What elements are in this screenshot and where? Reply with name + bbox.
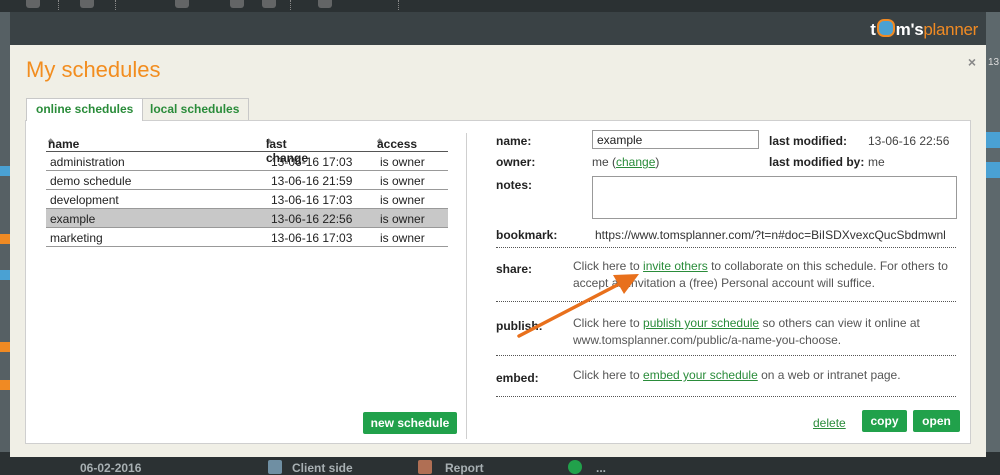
panel-divider bbox=[466, 133, 467, 439]
publish-text: Click here to publish your schedule so o… bbox=[573, 316, 920, 347]
name-label: name: bbox=[496, 134, 532, 148]
notes-label: notes: bbox=[496, 178, 532, 192]
tab-online-schedules[interactable]: online schedules bbox=[26, 98, 144, 121]
bookmark-url[interactable]: https://www.tomsplanner.com/?t=n#doc=BiI… bbox=[595, 228, 946, 242]
my-schedules-dialog: My schedules × online schedules local sc… bbox=[10, 45, 986, 457]
dialog-title: My schedules bbox=[26, 57, 161, 82]
section-separator bbox=[496, 247, 956, 248]
toolbar-icon[interactable] bbox=[262, 0, 276, 8]
toolbar-separator bbox=[58, 0, 60, 10]
section-separator bbox=[496, 301, 956, 302]
publish-schedule-link[interactable]: publish your schedule bbox=[643, 316, 759, 330]
change-owner-link[interactable]: change bbox=[616, 155, 655, 169]
embed-schedule-link[interactable]: embed your schedule bbox=[643, 368, 758, 382]
toolbar-separator bbox=[398, 0, 400, 10]
schedule-name-input[interactable] bbox=[592, 130, 759, 149]
new-schedule-button[interactable]: new schedule bbox=[363, 412, 457, 434]
delete-link[interactable]: delete bbox=[813, 416, 846, 430]
owner-label: owner: bbox=[496, 155, 536, 169]
toolbar-icon[interactable] bbox=[175, 0, 189, 8]
embed-label: embed: bbox=[496, 371, 539, 385]
toolbar-icon[interactable] bbox=[230, 0, 244, 8]
invite-others-link[interactable]: invite others bbox=[643, 259, 708, 273]
app-header: t m'splanner bbox=[10, 12, 986, 45]
notes-textarea[interactable] bbox=[592, 176, 957, 219]
share-text: Click here to invite others to collabora… bbox=[573, 259, 948, 290]
owner-value: me (change) bbox=[592, 155, 660, 169]
publish-label: publish: bbox=[496, 319, 543, 333]
tab-local-schedules[interactable]: local schedules bbox=[140, 98, 250, 120]
app-toolbar bbox=[0, 0, 1000, 12]
client-side-label[interactable]: Client side bbox=[292, 461, 353, 475]
logo-globe-icon bbox=[876, 19, 895, 37]
schedule-row-marketing[interactable]: marketing 13-06-16 17:03 is owner bbox=[46, 228, 448, 247]
last-modified-value: 13-06-16 22:56 bbox=[868, 134, 950, 148]
toolbar-separator bbox=[290, 0, 292, 10]
toolbar-icon[interactable] bbox=[26, 0, 40, 8]
schedule-row-demo-schedule[interactable]: demo schedule 13-06-16 21:59 is owner bbox=[46, 171, 448, 190]
toolbar-icon[interactable] bbox=[318, 0, 332, 8]
report-icon bbox=[418, 460, 432, 474]
embed-text: Click here to embed your schedule on a w… bbox=[573, 368, 901, 382]
share-label: share: bbox=[496, 262, 533, 276]
toolbar-separator bbox=[115, 0, 117, 10]
section-separator bbox=[496, 396, 956, 397]
schedule-row-example[interactable]: example 13-06-16 22:56 is owner bbox=[46, 209, 448, 228]
last-modified-label: last modified: bbox=[769, 134, 848, 148]
schedules-panel: ◆ name ◆ last change ◆ access administratio… bbox=[25, 120, 971, 444]
bookmark-label: bookmark: bbox=[496, 228, 558, 242]
section-separator bbox=[496, 355, 956, 356]
background-gantt-left bbox=[0, 12, 10, 452]
schedule-row-administration[interactable]: administration 13-06-16 17:03 is owner bbox=[46, 152, 448, 171]
schedule-row-development[interactable]: development 13-06-16 17:03 is owner bbox=[46, 190, 448, 209]
more-label[interactable]: ... bbox=[596, 461, 606, 475]
open-button[interactable]: open bbox=[913, 410, 960, 432]
schedule-list-header: ◆ name ◆ last change ◆ access bbox=[46, 135, 448, 165]
last-modified-by-label: last modified by: bbox=[769, 155, 865, 169]
last-modified-by-value: me bbox=[868, 155, 885, 169]
toolbar-icon[interactable] bbox=[80, 0, 94, 8]
tomsplanner-logo: t m'splanner bbox=[870, 19, 978, 39]
status-date: 06-02-2016 bbox=[80, 461, 142, 475]
close-icon[interactable]: × bbox=[968, 54, 976, 70]
report-label[interactable]: Report bbox=[445, 461, 484, 475]
copy-button[interactable]: copy bbox=[862, 410, 907, 432]
date-column-number: 13 bbox=[988, 57, 1000, 68]
background-gantt-right: 13 bbox=[986, 12, 1000, 452]
check-icon bbox=[568, 460, 582, 474]
client-side-icon bbox=[268, 460, 282, 474]
